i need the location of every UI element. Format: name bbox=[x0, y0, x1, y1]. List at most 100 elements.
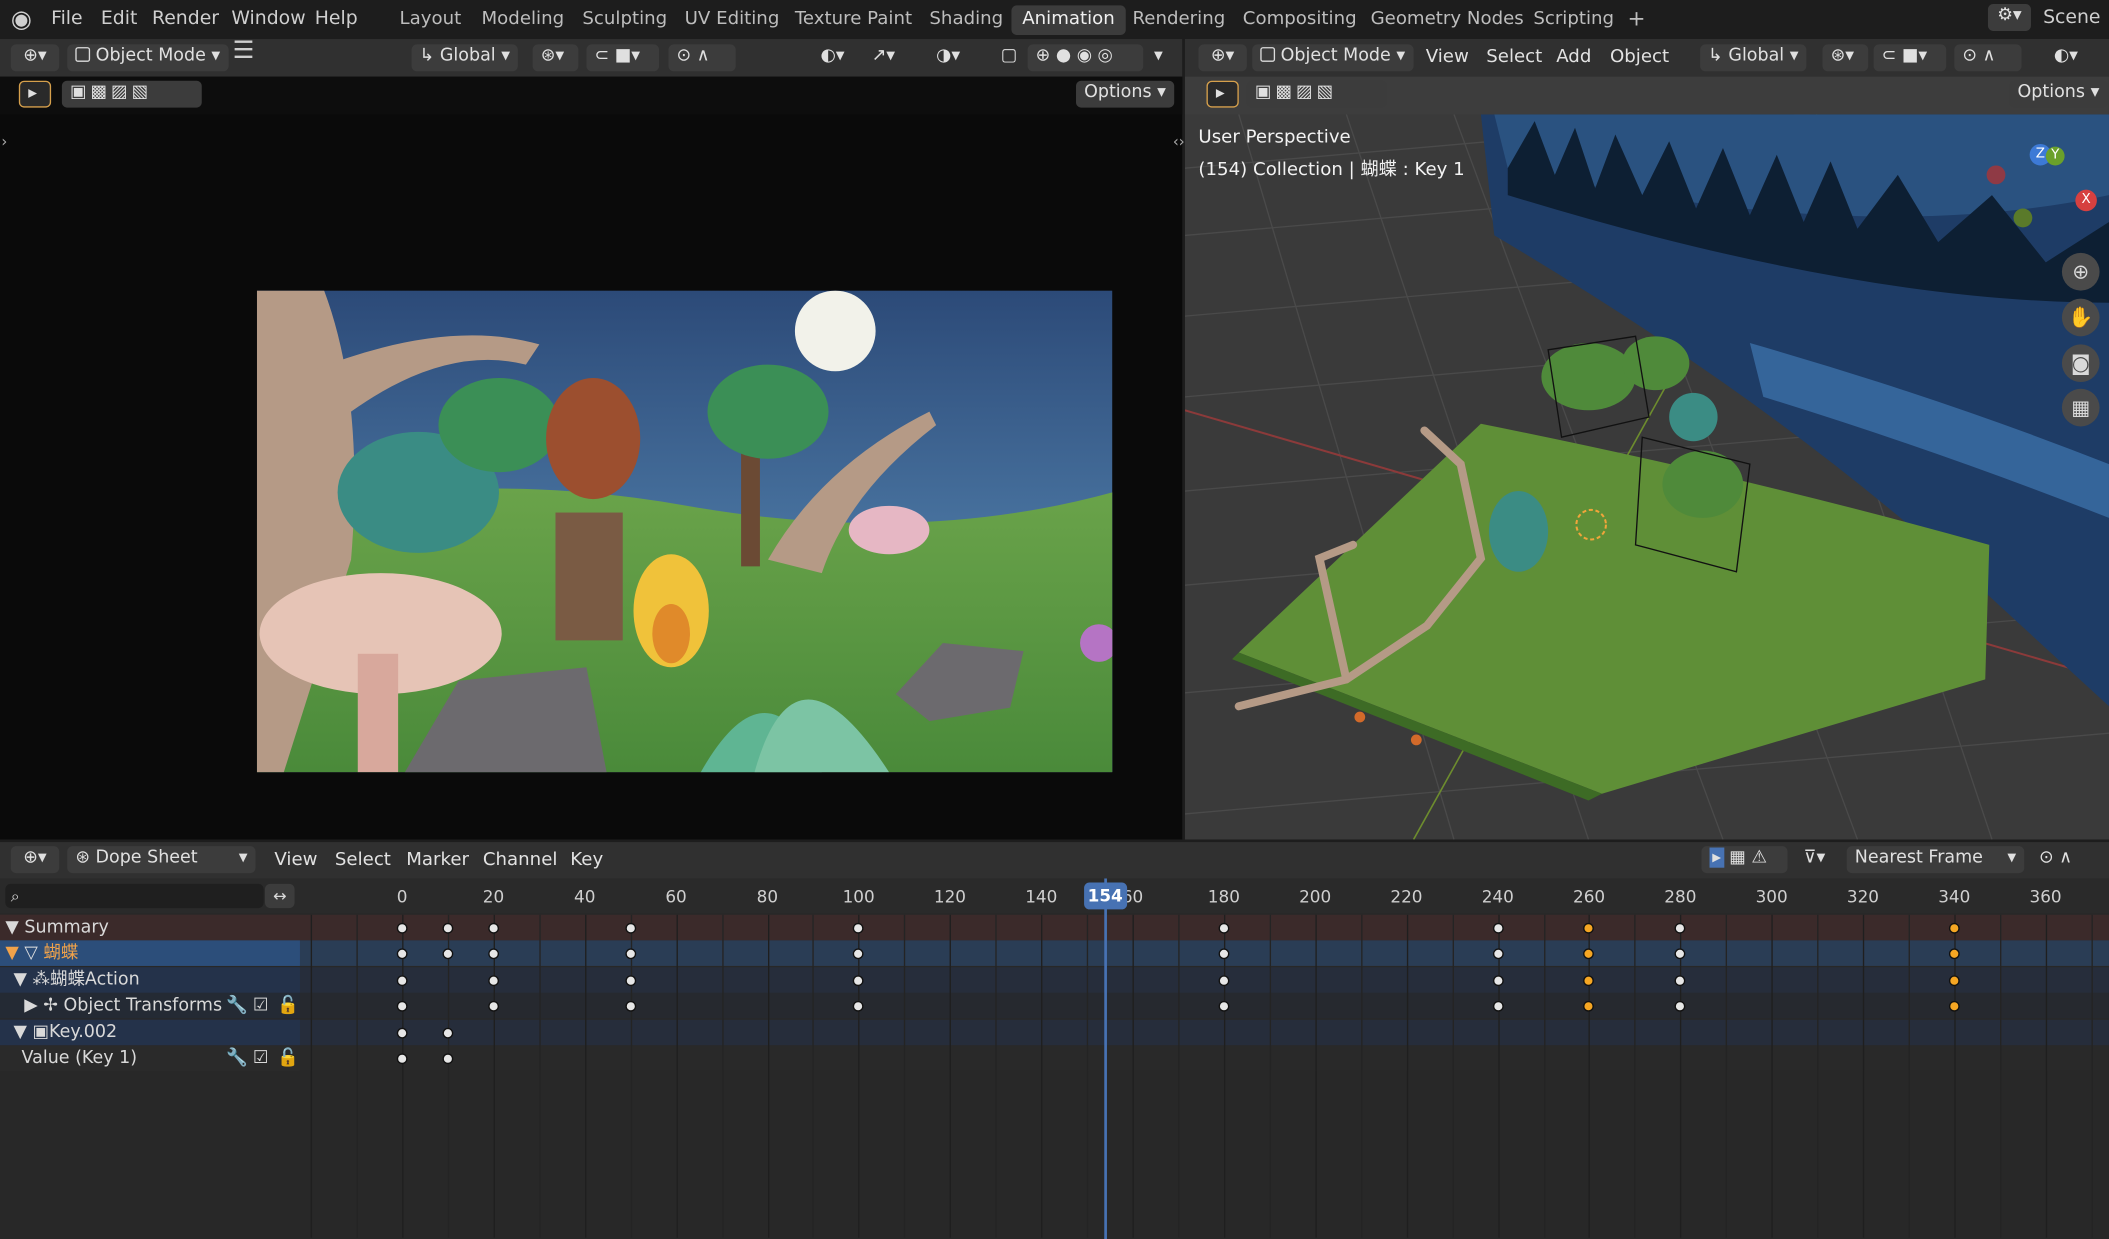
keyframe[interactable] bbox=[442, 1027, 454, 1038]
keyframe[interactable] bbox=[625, 1000, 636, 1011]
selection-mode-icons[interactable]: ▣▩▨▧ bbox=[61, 80, 202, 108]
keyframe[interactable] bbox=[488, 947, 499, 959]
channel-action[interactable]: ▼ ⁂蝴蝶Action bbox=[0, 967, 300, 993]
modifier-wrench-icon[interactable]: 🔧 bbox=[226, 993, 248, 1019]
shading-modes[interactable]: ⊕ ● ◉ ◎ bbox=[1027, 44, 1144, 72]
tab-texture-paint[interactable]: Texture Paint bbox=[784, 5, 923, 35]
tab-geometry-nodes[interactable]: Geometry Nodes bbox=[1360, 5, 1535, 35]
keyframe[interactable] bbox=[396, 922, 408, 933]
keyframe[interactable] bbox=[488, 974, 499, 986]
proportional-edit-icon[interactable]: ⊙ ∧ bbox=[1954, 44, 2022, 72]
keyframe[interactable] bbox=[853, 1000, 865, 1011]
menu-view[interactable]: View bbox=[274, 849, 317, 871]
mode-selector[interactable]: Object Mode ▾ bbox=[1252, 44, 1414, 72]
navigation-gizmo[interactable]: Z Y X bbox=[1981, 139, 2097, 239]
tab-scripting[interactable]: Scripting bbox=[1523, 5, 1625, 35]
keyframe[interactable] bbox=[1583, 947, 1595, 959]
keyframe[interactable] bbox=[442, 947, 454, 959]
keyframe[interactable] bbox=[488, 1000, 499, 1011]
shading-dropdown-icon[interactable]: ▾ bbox=[1146, 44, 1170, 71]
mode-selector[interactable]: Object Mode ▾ bbox=[67, 44, 229, 72]
filter-icon[interactable]: ⊽▾ bbox=[1796, 846, 1842, 873]
proportional-edit-icon[interactable]: ⊙ ∧ bbox=[668, 44, 736, 72]
menu-edit[interactable]: Edit bbox=[101, 8, 137, 30]
keyframe[interactable] bbox=[1218, 1000, 1230, 1011]
keyframe[interactable] bbox=[488, 922, 499, 933]
only-selected-icon[interactable]: ▸ ▦ ⚠ bbox=[1701, 846, 1788, 874]
overlay-icon[interactable]: ◑▾ bbox=[928, 44, 982, 71]
keyframe[interactable] bbox=[625, 974, 636, 986]
keyframe[interactable] bbox=[1948, 1000, 1960, 1011]
add-workspace-button[interactable]: + bbox=[1617, 3, 1657, 33]
camera-icon[interactable]: ◙ bbox=[2061, 344, 2100, 383]
keyframe[interactable] bbox=[1674, 1000, 1686, 1011]
select-tool-icon[interactable]: ▸ bbox=[18, 80, 52, 108]
collapse-triangle-icon[interactable]: ▼ bbox=[5, 943, 18, 963]
scene-name[interactable]: Scene bbox=[2043, 7, 2100, 29]
toolbar-expand-icon[interactable]: › bbox=[1, 133, 7, 150]
proportional-edit-icon[interactable]: ⊙ ∧ bbox=[2031, 846, 2098, 873]
channel-object[interactable]: ▼ ▽ 蝴蝶 bbox=[0, 940, 300, 966]
pivot-icon[interactable]: ⊛▾ bbox=[532, 44, 579, 72]
pivot-icon[interactable]: ⊛▾ bbox=[1822, 44, 1869, 72]
menu-render[interactable]: Render bbox=[152, 8, 219, 30]
menu-help[interactable]: Help bbox=[315, 8, 358, 30]
grid-perspective-icon[interactable]: ▦ bbox=[2061, 388, 2100, 427]
keyframe[interactable] bbox=[625, 922, 636, 933]
keyframe[interactable] bbox=[1492, 1000, 1504, 1011]
menu-file[interactable]: File bbox=[51, 8, 83, 30]
visibility-icon[interactable]: ◐▾ bbox=[812, 44, 858, 71]
keyframe[interactable] bbox=[1583, 974, 1595, 986]
sidebar-expand-icon[interactable]: ‹› bbox=[1173, 133, 1185, 150]
visibility-icon[interactable]: ◐▾ bbox=[2046, 44, 2100, 71]
xray-icon[interactable]: ▢ bbox=[993, 44, 1023, 71]
editor-type-icon[interactable]: ⊕▾ bbox=[1198, 44, 1247, 72]
keyframe[interactable] bbox=[396, 1052, 408, 1064]
current-frame-indicator[interactable]: 154 bbox=[1083, 882, 1127, 910]
keyframe[interactable] bbox=[442, 922, 454, 933]
channel-summary[interactable]: ▼ Summary bbox=[0, 914, 300, 941]
collapse-triangle-icon[interactable]: ▼ bbox=[5, 917, 18, 937]
keyframe[interactable] bbox=[1674, 974, 1686, 986]
menu-object[interactable]: Object bbox=[1610, 46, 1669, 68]
menu-view[interactable]: View bbox=[1426, 46, 1469, 68]
keyframe[interactable] bbox=[1218, 974, 1230, 986]
lock-icon[interactable]: 🔓 bbox=[277, 1045, 299, 1071]
keyframe[interactable] bbox=[625, 947, 636, 959]
enable-checkbox[interactable]: ☑ bbox=[253, 993, 269, 1019]
keyframe[interactable] bbox=[1492, 974, 1504, 986]
keyframe[interactable] bbox=[1674, 922, 1686, 933]
x-axis-icon[interactable]: X bbox=[2075, 189, 2097, 212]
keyframe[interactable] bbox=[1492, 922, 1504, 933]
menu-select[interactable]: Select bbox=[335, 849, 391, 871]
tab-modeling[interactable]: Modeling bbox=[471, 5, 575, 35]
pan-hand-icon[interactable]: ✋ bbox=[2061, 298, 2100, 337]
tab-animation[interactable]: Animation bbox=[1011, 5, 1126, 35]
keyframe[interactable] bbox=[1948, 947, 1960, 959]
tab-uv-editing[interactable]: UV Editing bbox=[674, 5, 790, 35]
swap-icon[interactable]: ↔ bbox=[264, 883, 295, 909]
tab-layout[interactable]: Layout bbox=[389, 5, 472, 35]
channel-search-input[interactable]: ⌕ bbox=[5, 883, 264, 909]
snap-mode-selector[interactable]: Nearest Frame ▾ bbox=[1846, 846, 2025, 874]
collapse-triangle-icon[interactable]: ▼ bbox=[13, 1022, 26, 1042]
menu-marker[interactable]: Marker bbox=[406, 849, 469, 871]
channel-group[interactable]: ▶ ✢ Object Transforms 🔧 ☑ 🔓 bbox=[0, 992, 300, 1019]
expand-triangle-icon[interactable]: ▶ bbox=[24, 996, 37, 1016]
keyframe[interactable] bbox=[853, 974, 865, 986]
3d-viewport[interactable]: ⊕▾ Object Mode ▾ View Select Add Object … bbox=[1184, 39, 2109, 840]
neg-y-axis-icon[interactable] bbox=[2013, 208, 2033, 228]
blender-logo-icon[interactable]: ◉ bbox=[11, 5, 32, 33]
dope-sheet-editor[interactable]: ⊕▾ ⊛ Dope Sheet ▾ View Select Marker Cha… bbox=[0, 842, 2109, 1239]
channel-shapekey[interactable]: ▼ ▣Key.002 bbox=[0, 1019, 300, 1046]
keyframe[interactable] bbox=[1583, 1000, 1595, 1011]
selection-mode-icons[interactable]: ▣▩▨▧ bbox=[1246, 80, 1387, 108]
menu-add[interactable]: Add bbox=[1556, 46, 1591, 68]
y-axis-icon[interactable]: Y bbox=[2045, 146, 2065, 166]
tab-shading[interactable]: Shading bbox=[919, 5, 1014, 35]
snapping-icon[interactable]: ⊂ ■▾ bbox=[586, 44, 660, 72]
keyframe[interactable] bbox=[1948, 922, 1960, 933]
menu-window[interactable]: Window bbox=[231, 8, 305, 30]
keyframe[interactable] bbox=[396, 1027, 408, 1038]
tab-compositing[interactable]: Compositing bbox=[1232, 5, 1367, 35]
